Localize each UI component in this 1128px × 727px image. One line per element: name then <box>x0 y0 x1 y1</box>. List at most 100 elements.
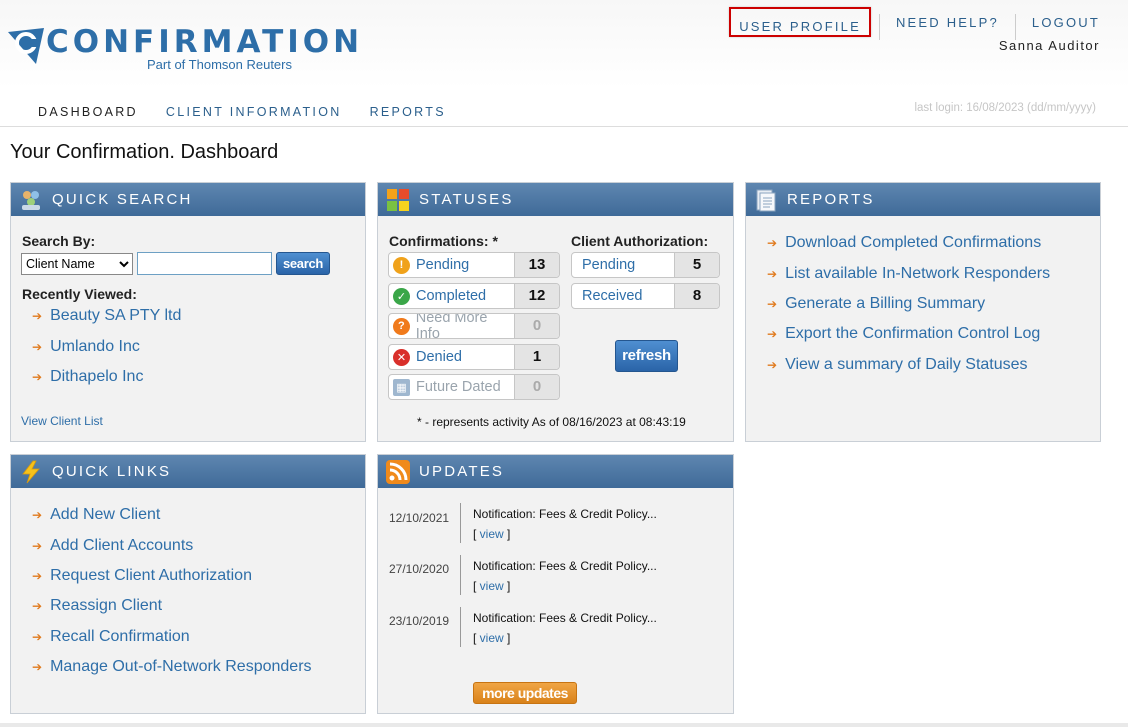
arrow-icon: ➔ <box>32 630 43 644</box>
report-link[interactable]: ➔ View a summary of Daily Statuses <box>767 356 1028 374</box>
auth-pending[interactable]: Pending 5 <box>571 252 720 278</box>
reports-title: REPORTS <box>787 191 875 208</box>
logout-link[interactable]: LOGOUT <box>1016 14 1100 40</box>
status-label: Future Dated <box>416 379 501 395</box>
updates-title: UPDATES <box>419 463 505 480</box>
check-icon: ✓ <box>393 287 410 305</box>
logo-subtitle: Part of Thomson Reuters <box>147 57 292 72</box>
status-need-more-info[interactable]: ? Need More Info 0 <box>388 313 560 339</box>
recent-item[interactable]: ➔ Umlando Inc <box>32 338 140 356</box>
divider <box>460 555 461 595</box>
search-by-label: Search By: <box>22 233 96 249</box>
quick-link[interactable]: ➔ Manage Out-of-Network Responders <box>32 658 312 676</box>
update-date: 12/10/2021 <box>389 511 450 525</box>
update-date: 23/10/2019 <box>389 614 450 628</box>
report-link-label: Export the Confirmation Control Log <box>785 325 1041 342</box>
update-title: Notification: Fees & Credit Policy... <box>473 507 657 521</box>
warning-icon: ! <box>393 256 410 274</box>
arrow-icon: ➔ <box>32 340 43 354</box>
footer-bar <box>0 723 1128 727</box>
recent-item-label: Beauty SA PTY ltd <box>50 307 182 324</box>
status-footnote: * - represents activity As of 08/16/2023… <box>417 415 686 429</box>
tab-dashboard[interactable]: DASHBOARD <box>16 97 152 127</box>
logo-text: CONFIRMATION <box>46 24 364 60</box>
top-links: USER PROFILE NEED HELP? LOGOUT <box>729 7 1100 40</box>
report-link-label: Generate a Billing Summary <box>785 295 986 312</box>
status-grid-icon <box>387 189 409 211</box>
reports-panel: REPORTS ➔ Download Completed Confirmatio… <box>745 182 1101 442</box>
arrow-icon: ➔ <box>767 358 778 372</box>
quick-link[interactable]: ➔ Add New Client <box>32 506 160 524</box>
quick-link[interactable]: ➔ Recall Confirmation <box>32 628 190 646</box>
report-link-label: View a summary of Daily Statuses <box>785 356 1028 373</box>
auth-received[interactable]: Received 8 <box>571 283 720 309</box>
tab-client-information[interactable]: CLIENT INFORMATION <box>150 97 358 127</box>
status-denied[interactable]: ✕ Denied 1 <box>388 344 560 370</box>
update-view: [ view ] <box>473 579 511 593</box>
status-future-dated[interactable]: ▦ Future Dated 0 <box>388 374 560 400</box>
statuses-title: STATUSES <box>419 191 514 208</box>
confirmations-label: Confirmations: * <box>389 233 498 249</box>
quick-link[interactable]: ➔ Reassign Client <box>32 597 162 615</box>
report-link[interactable]: ➔ Export the Confirmation Control Log <box>767 325 1040 343</box>
status-count: 0 <box>514 375 559 399</box>
status-count: 1 <box>514 345 559 369</box>
page-title: Your Confirmation. Dashboard <box>10 141 279 163</box>
statuses-header: STATUSES <box>378 183 733 216</box>
status-completed[interactable]: ✓ Completed 12 <box>388 283 560 309</box>
need-help-link[interactable]: NEED HELP? <box>880 14 1015 40</box>
quick-links-header: QUICK LINKS <box>11 455 365 488</box>
user-profile-link[interactable]: USER PROFILE <box>729 7 871 37</box>
report-link[interactable]: ➔ Generate a Billing Summary <box>767 295 985 313</box>
status-label: Denied <box>416 349 462 365</box>
updates-panel: UPDATES 12/10/2021 Notification: Fees & … <box>377 454 734 714</box>
divider <box>460 503 461 543</box>
quick-link[interactable]: ➔ Request Client Authorization <box>32 567 252 585</box>
status-label: Pending <box>416 257 470 273</box>
arrow-icon: ➔ <box>32 508 43 522</box>
confirmation-logo[interactable]: CONFIRMATION Part of Thomson Reuters <box>6 22 359 82</box>
people-icon <box>22 191 40 210</box>
last-login: last login: 16/08/2023 (dd/mm/yyyy) <box>914 102 1096 114</box>
lightning-icon <box>22 460 40 484</box>
divider <box>460 607 461 647</box>
recent-item[interactable]: ➔ Dithapelo Inc <box>32 368 143 386</box>
recent-item[interactable]: ➔ Beauty SA PTY ltd <box>32 307 181 325</box>
update-view-link[interactable]: view <box>480 631 504 645</box>
report-link[interactable]: ➔ List available In-Network Responders <box>767 265 1050 283</box>
refresh-button[interactable]: refresh <box>615 340 678 372</box>
client-authorization-label: Client Authorization: <box>571 233 709 249</box>
logo-mark-icon <box>8 28 44 64</box>
status-pending[interactable]: ! Pending 13 <box>388 252 560 278</box>
reports-header: REPORTS <box>746 183 1100 216</box>
arrow-icon: ➔ <box>32 569 43 583</box>
quick-link[interactable]: ➔ Add Client Accounts <box>32 537 193 555</box>
report-document-icon <box>756 189 776 212</box>
update-title: Notification: Fees & Credit Policy... <box>473 559 657 573</box>
quick-link-label: Request Client Authorization <box>50 567 252 584</box>
arrow-icon: ➔ <box>767 297 778 311</box>
update-view-link[interactable]: view <box>480 527 504 541</box>
denied-icon: ✕ <box>393 348 410 366</box>
quick-search-panel: QUICK SEARCH Search By: Client Name sear… <box>10 182 366 442</box>
status-label: Completed <box>416 288 487 304</box>
auth-label: Received <box>582 288 643 304</box>
update-view-link[interactable]: view <box>480 579 504 593</box>
status-label: Need More Info <box>415 313 488 339</box>
report-link[interactable]: ➔ Download Completed Confirmations <box>767 234 1041 252</box>
arrow-icon: ➔ <box>32 599 43 613</box>
arrow-icon: ➔ <box>32 539 43 553</box>
status-count: 13 <box>514 253 559 277</box>
view-client-list-link[interactable]: View Client List <box>21 414 103 428</box>
auth-label: Pending <box>582 257 636 273</box>
tab-reports[interactable]: REPORTS <box>356 97 466 127</box>
quick-link-label: Add New Client <box>50 506 161 523</box>
update-view: [ view ] <box>473 527 511 541</box>
search-input[interactable] <box>137 252 272 275</box>
quick-search-title: QUICK SEARCH <box>52 191 193 208</box>
search-button[interactable]: search <box>276 252 330 275</box>
search-by-select[interactable]: Client Name <box>21 253 133 275</box>
more-updates-button[interactable]: more updates <box>473 682 577 704</box>
rss-icon <box>386 460 410 484</box>
main-tabs: DASHBOARD CLIENT INFORMATION REPORTS <box>16 97 464 127</box>
